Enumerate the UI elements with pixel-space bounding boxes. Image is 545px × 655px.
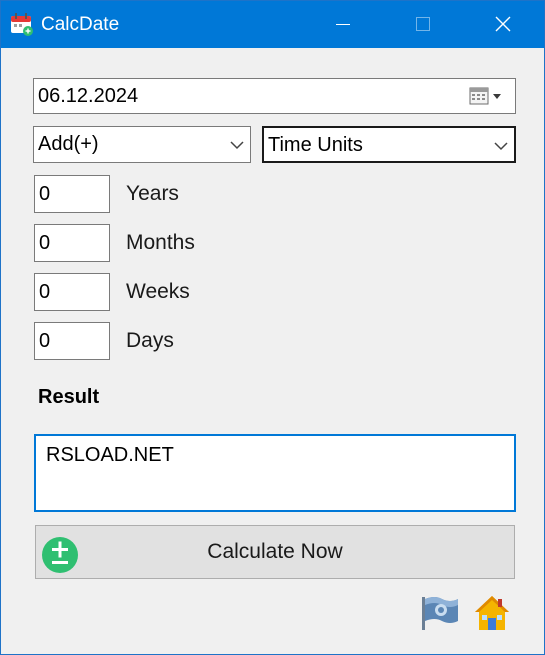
calculate-button[interactable]: Calculate Now [35,525,515,579]
calcdate-window: CalcDate 06.12.2024 Add(+) Time Units 0 … [0,0,545,655]
title-bar[interactable]: CalcDate [1,1,544,48]
months-value: 0 [39,232,51,254]
result-text: RSLOAD.NET [46,444,174,466]
home-icon[interactable] [472,593,512,633]
weeks-value: 0 [39,281,51,303]
time-unit-select[interactable]: Time Units [262,126,516,163]
weeks-input[interactable]: 0 [34,273,110,311]
flag-icon[interactable] [420,595,460,631]
days-label: Days [126,329,174,352]
calendar-icon [11,13,33,36]
years-label: Years [126,182,179,205]
years-value: 0 [39,183,51,205]
chevron-down-icon [494,142,508,151]
minimize-button[interactable] [320,1,366,48]
weeks-label: Weeks [126,280,190,303]
calculate-label: Calculate Now [207,540,343,563]
months-label: Months [126,231,195,254]
maximize-button[interactable] [400,1,446,48]
operation-value: Add(+) [38,133,99,155]
time-unit-value: Time Units [268,134,363,156]
years-input[interactable]: 0 [34,175,110,213]
close-button[interactable] [480,1,526,48]
result-heading: Result [38,386,100,408]
window-title: CalcDate [41,14,120,35]
months-input[interactable]: 0 [34,224,110,262]
date-value: 06.12.2024 [38,85,139,107]
result-output[interactable]: RSLOAD.NET [34,434,516,512]
chevron-down-icon [230,141,244,150]
date-picker[interactable]: 06.12.2024 [33,78,516,114]
days-input[interactable]: 0 [34,322,110,360]
operation-select[interactable]: Add(+) [33,126,251,163]
maximize-icon [416,17,430,31]
calendar-dropdown-icon[interactable] [469,86,509,106]
minimize-icon [336,24,350,25]
days-value: 0 [39,330,51,352]
close-icon [495,16,511,32]
